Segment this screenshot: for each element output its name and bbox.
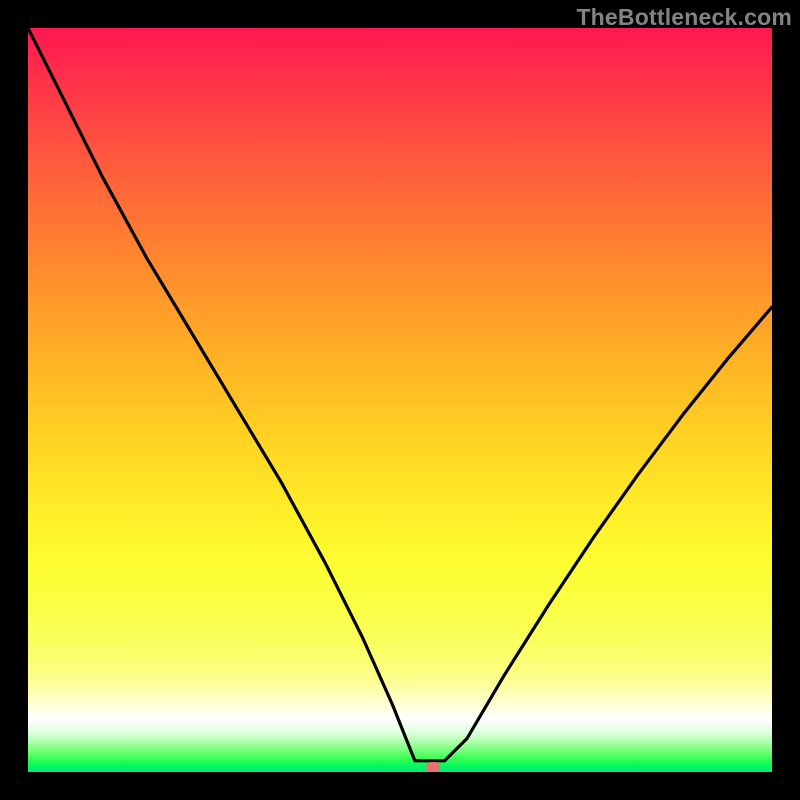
chart-frame: TheBottleneck.com bbox=[0, 0, 800, 800]
watermark-text: TheBottleneck.com bbox=[576, 4, 792, 31]
bottleneck-curve bbox=[28, 28, 772, 772]
curve-path bbox=[28, 28, 772, 761]
optimum-marker bbox=[426, 762, 440, 772]
gradient-plot-area bbox=[28, 28, 772, 772]
